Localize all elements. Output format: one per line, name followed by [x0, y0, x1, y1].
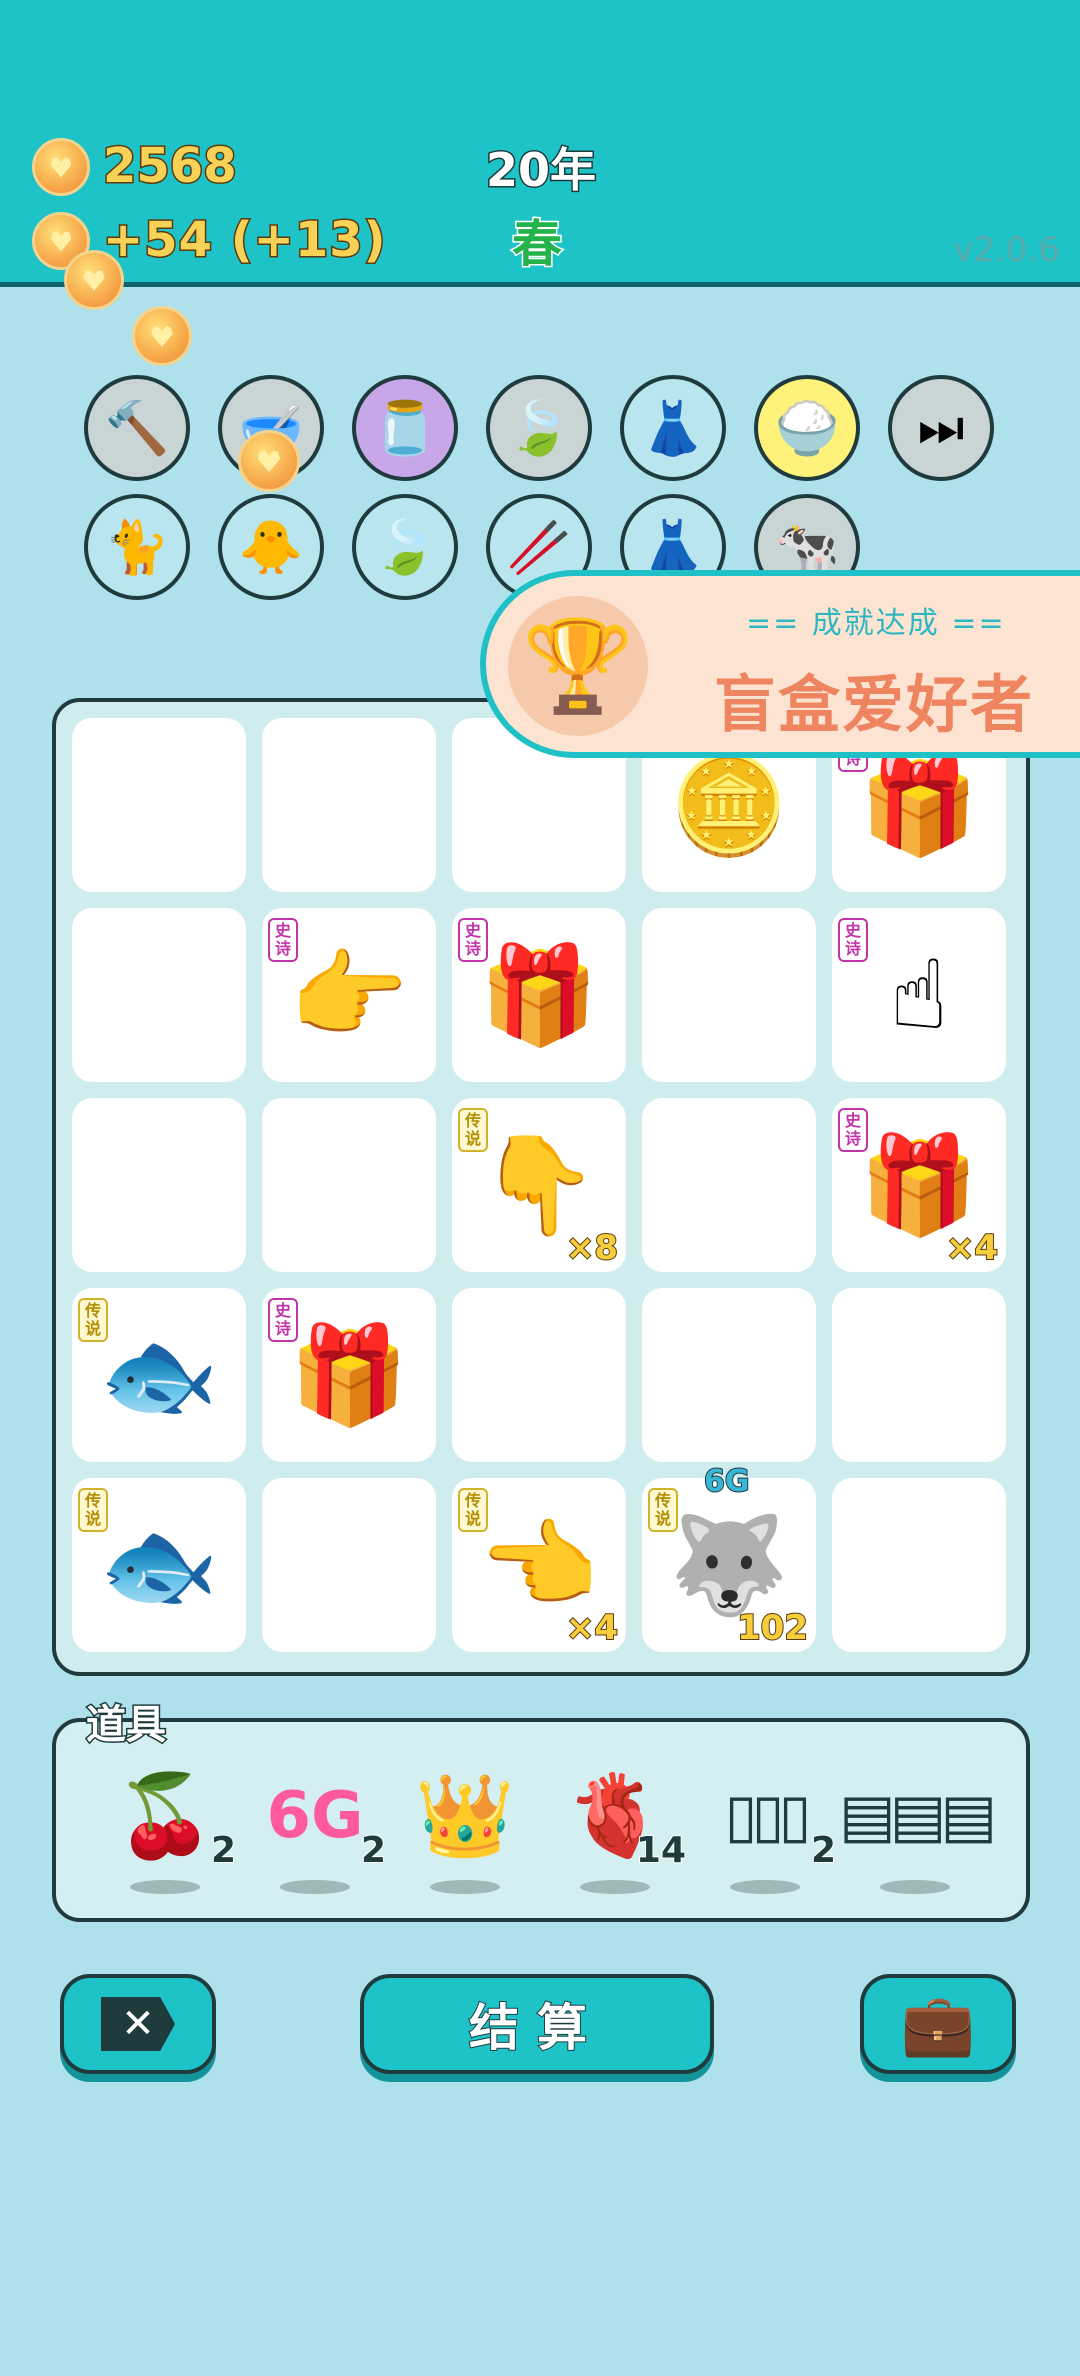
item-count: ×4 — [945, 1227, 999, 1269]
year-label: 20年 — [484, 142, 597, 199]
item-count: ×8 — [565, 1227, 619, 1269]
money-coin-icon — [32, 138, 90, 196]
prop-shadow — [130, 1880, 200, 1894]
board-cell[interactable] — [262, 1478, 436, 1652]
rarity-badge: 传说 — [648, 1488, 678, 1532]
item-tag: 6G — [703, 1463, 750, 1500]
floating-coin-icon — [238, 430, 300, 492]
props-panel: 🍒 2 6G 2 👑 🫀 14 ▯▯▯ 2 ▤▤▤ — [52, 1718, 1030, 1922]
prop-shadow — [430, 1880, 500, 1894]
rarity-badge: 史诗 — [838, 918, 868, 962]
skip-tool[interactable]: ⏭ — [888, 375, 994, 481]
chick-tool[interactable]: 🐥 — [218, 494, 324, 600]
rarity-badge: 传说 — [78, 1298, 108, 1342]
board-cell[interactable] — [72, 908, 246, 1082]
achievement-title: 盲盒爱好者 — [714, 668, 1035, 741]
cards-icon: ▤▤▤ — [838, 1781, 997, 1851]
crown-prop[interactable]: 👑 — [400, 1766, 530, 1896]
board-cell[interactable]: 👉 史诗 — [262, 908, 436, 1082]
version-label: v2.0.6 — [953, 230, 1060, 270]
chick-icon: 🐥 — [238, 517, 304, 578]
achievement-popup: 🏆 == 成就达成 == 盲盒爱好者 — [480, 570, 1080, 758]
board-cell[interactable]: 👇 传说 ×8 — [452, 1098, 626, 1272]
board-cell[interactable] — [72, 718, 246, 892]
board-cell[interactable]: 🐺 传说 6G 102 — [642, 1463, 816, 1652]
season-label: 春 — [511, 214, 564, 275]
floating-coin-icon — [64, 250, 124, 310]
prop-shadow — [580, 1880, 650, 1894]
prop-count: 14 — [635, 1829, 687, 1872]
prop-count: 2 — [360, 1829, 387, 1872]
bag-button[interactable]: 💼 — [860, 1974, 1016, 2074]
rarity-badge: 史诗 — [838, 1108, 868, 1152]
settle-button[interactable]: 结算 — [360, 1974, 714, 2074]
rarity-badge: 传说 — [458, 1108, 488, 1152]
board-cell[interactable]: 🎁 史诗 ×4 — [832, 1098, 1006, 1272]
money-value: 2568 — [102, 137, 239, 196]
cards-prop[interactable]: ▤▤▤ — [838, 1766, 997, 1896]
crown-icon: 👑 — [415, 1769, 515, 1862]
board-cell[interactable] — [642, 1098, 816, 1272]
skirt-icon: 👗 — [640, 398, 706, 459]
board-cell[interactable] — [832, 1478, 1006, 1652]
board-cell[interactable]: ☝ 史诗 — [832, 908, 1006, 1082]
board-cell[interactable] — [642, 1288, 816, 1462]
rarity-badge: 史诗 — [268, 1298, 298, 1342]
rarity-badge: 传说 — [78, 1488, 108, 1532]
prop-shadow — [880, 1880, 950, 1894]
liver-prop[interactable]: 🫀 14 — [550, 1766, 687, 1896]
board-cell[interactable]: 🐟 传说 — [72, 1478, 246, 1652]
rarity-badge: 史诗 — [268, 918, 298, 962]
rarity-badge: 传说 — [458, 1488, 488, 1532]
board-cell[interactable] — [262, 718, 436, 892]
prop-shadow — [730, 1880, 800, 1894]
skirt-tool[interactable]: 👗 — [620, 375, 726, 481]
skip-icon: ⏭ — [917, 397, 965, 458]
board-cell[interactable]: 🐟 传说 — [72, 1288, 246, 1462]
rice-bowl-icon: 🍚 — [774, 398, 840, 459]
item-count: 102 — [736, 1607, 809, 1649]
board-cell[interactable] — [452, 1288, 626, 1462]
frames-prop[interactable]: ▯▯▯ 2 — [700, 1766, 837, 1896]
6g-prop[interactable]: 6G 2 — [250, 1766, 387, 1896]
skirt-icon-2: 👗 — [640, 517, 706, 578]
props-label: 道具 — [85, 1701, 168, 1750]
board-cell[interactable] — [262, 1098, 436, 1272]
income-value: +54 (+13) — [102, 211, 388, 270]
leaf-tool[interactable]: 🍃 — [486, 375, 592, 481]
item-board: 🪙🎁史诗👉史诗🎁史诗☝史诗👇传说×8🎁史诗×4🐟传说🎁史诗🐟传说👈传说×4🐺传说… — [52, 698, 1030, 1676]
item-count: ×4 — [565, 1607, 619, 1649]
hammer-icon: 🔨 — [104, 398, 170, 459]
delete-icon: ✕ — [101, 1997, 175, 2051]
prop-count: 2 — [210, 1829, 237, 1872]
trophy-icon: 🏆 — [508, 596, 648, 736]
milk-jar-icon: 🫙 — [372, 398, 438, 459]
top-bar: 2568 +54 (+13) 20年 春 v2.0.6 — [0, 0, 1080, 287]
board-cell[interactable]: 🎁史诗 — [262, 1288, 436, 1462]
milk-jar-tool[interactable]: 🫙 — [352, 375, 458, 481]
cat-tool[interactable]: 🐈 — [84, 494, 190, 600]
prop-count: 2 — [810, 1829, 837, 1872]
prop-shadow — [280, 1880, 350, 1894]
rice-bowl-tool[interactable]: 🍚 — [754, 375, 860, 481]
rarity-badge: 史诗 — [458, 918, 488, 962]
leaf-tool[interactable]: 🍃 — [352, 494, 458, 600]
hammer-tool[interactable]: 🔨 — [84, 375, 190, 481]
briefcase-icon: 💼 — [900, 1989, 976, 2060]
board-cell[interactable] — [832, 1288, 1006, 1462]
lychee-prop[interactable]: 🍒 2 — [100, 1766, 237, 1896]
board-cell[interactable] — [72, 1098, 246, 1272]
cows-icon: 🐄 — [774, 517, 840, 578]
board-cell[interactable]: 👈 传说 ×4 — [452, 1478, 626, 1652]
board-cell[interactable] — [642, 908, 816, 1082]
settle-button-label: 结算 — [468, 1998, 605, 2058]
leaf-icon-2: 🍃 — [372, 517, 438, 578]
cat-icon: 🐈 — [104, 517, 170, 578]
achievement-subtitle: == 成就达成 == — [746, 606, 1006, 641]
floating-coin-icon — [132, 306, 192, 366]
board-cell[interactable]: 🎁史诗 — [452, 908, 626, 1082]
chopsticks-icon: 🥢 — [506, 517, 572, 578]
delete-button[interactable]: ✕ — [60, 1974, 216, 2074]
leaf-icon: 🍃 — [506, 398, 572, 459]
